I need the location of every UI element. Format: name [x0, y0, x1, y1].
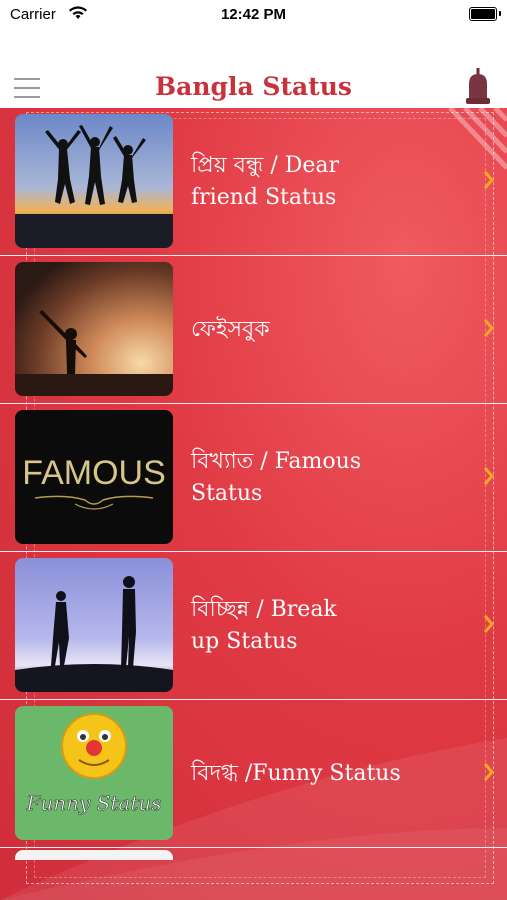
funny-emoji-image: Funny Status	[15, 706, 173, 840]
item-label-line1: বিদগ্ধ /Funny Status	[191, 761, 401, 786]
couple-silhouette-image	[15, 558, 173, 692]
bell-icon[interactable]	[463, 68, 493, 108]
item-label-line2: Status	[191, 481, 263, 506]
friends-jumping-image	[15, 114, 173, 248]
famous-logo-image: FAMOUS	[15, 410, 173, 544]
status-category-list: প্রিয় বন্ধু / Dear friend Status ফেইসবু…	[0, 108, 507, 900]
navigation-bar: Bangla Status	[0, 64, 507, 110]
list-item-breakup[interactable]: বিচ্ছিন্ন / Break up Status	[0, 552, 507, 700]
battery-icon	[469, 7, 501, 21]
funny-status-image-text: Funny Status	[25, 791, 161, 815]
famous-logo-text: FAMOUS	[22, 454, 166, 492]
item-label-line2: friend Status	[191, 185, 337, 210]
list-item-funny[interactable]: Funny Status বিদগ্ধ /Funny Status	[0, 700, 507, 848]
list-item-facebook[interactable]: ফেইসবুক	[0, 256, 507, 404]
chevron-right-icon	[483, 467, 494, 485]
chevron-right-icon	[483, 171, 494, 189]
next-item-thumbnail-peek	[15, 850, 173, 860]
item-label-line1: বিখ্যাত / Famous	[191, 449, 362, 474]
list-item-famous[interactable]: FAMOUS বিখ্যাত / Famous Status	[0, 404, 507, 552]
item-label-line1: ফেইসবুক	[191, 317, 270, 342]
person-silhouette-image	[15, 262, 173, 396]
item-label-line1: প্রিয় বন্ধু / Dear	[191, 153, 340, 178]
item-label-line2: up Status	[191, 629, 298, 654]
item-label-line1: বিচ্ছিন্ন / Break	[191, 597, 337, 622]
chevron-right-icon	[483, 319, 494, 337]
chevron-right-icon	[483, 763, 494, 781]
status-bar: Carrier 12:42 PM	[0, 0, 507, 34]
list-item-dear-friend[interactable]: প্রিয় বন্ধু / Dear friend Status	[0, 108, 507, 256]
clock: 12:42 PM	[220, 6, 287, 23]
page-title: Bangla Status	[155, 72, 352, 101]
chevron-right-icon	[483, 615, 494, 633]
